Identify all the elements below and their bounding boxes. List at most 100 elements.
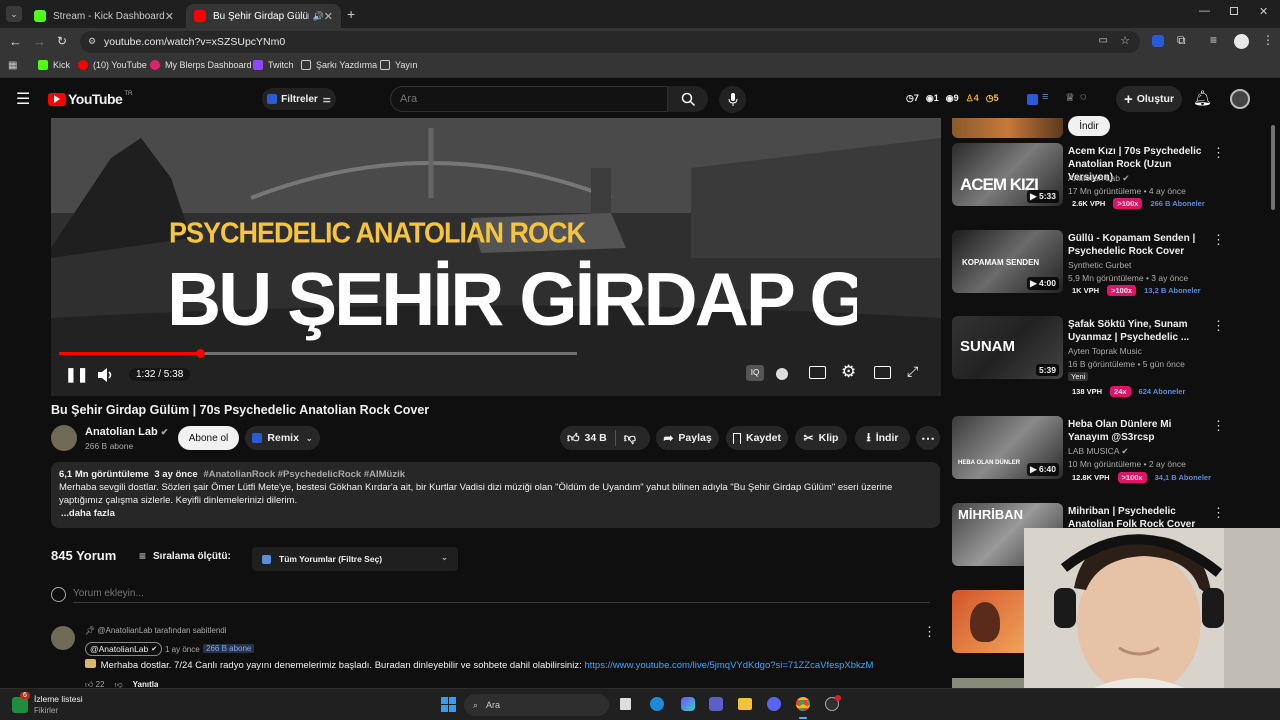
chat-icon[interactable]: ◌	[1080, 91, 1087, 103]
video-menu-icon[interactable]: ⋮	[1212, 145, 1225, 161]
browser-menu-icon[interactable]: ⋮	[1262, 33, 1274, 47]
video-thumbnail[interactable]: ACEM KIZI ▶ 5:33	[952, 143, 1063, 206]
watchlist-widget[interactable]: 6 İzleme listesi Fikirler	[12, 692, 83, 716]
back-icon[interactable]: ←	[9, 34, 22, 49]
video-menu-icon[interactable]: ⋮	[1212, 318, 1225, 334]
sort-button[interactable]: ≡ Sıralama ölçütü:	[139, 549, 231, 563]
reply-button[interactable]: Yanıtla	[133, 680, 159, 688]
recommended-thumbnail-partial[interactable]	[952, 590, 1024, 653]
search-button[interactable]	[668, 86, 708, 112]
subtitles-icon[interactable]	[809, 366, 826, 379]
channel-avatar[interactable]	[51, 425, 77, 451]
create-button[interactable]: + Oluştur	[1116, 86, 1182, 112]
sidebar-download-button[interactable]: İndir	[1068, 116, 1110, 136]
comment-author-chip[interactable]: @AnatolianLab ✔	[85, 642, 163, 656]
bookmark-twitch[interactable]: Twitch	[253, 60, 294, 70]
comment-dislike-button[interactable]: 👎︎	[115, 680, 123, 688]
video-menu-icon[interactable]: ⋮	[1212, 505, 1225, 521]
extension-icon[interactable]	[1152, 35, 1164, 47]
file-explorer-icon[interactable]	[738, 698, 752, 710]
video-title[interactable]: Heba Olan Dünlere Mi Yanayım @S3rcsp	[1068, 418, 1208, 444]
close-tab-icon[interactable]: ✕	[324, 10, 333, 23]
video-thumbnail[interactable]: HEBA OLAN DÜNLER ▶ 6:40	[952, 416, 1063, 479]
restore-window-icon[interactable]	[1230, 7, 1238, 15]
recommended-video[interactable]: HEBA OLAN DÜNLER ▶ 6:40 Heba Olan Dünler…	[950, 416, 1265, 496]
bookmark-kick[interactable]: Kick	[38, 60, 70, 70]
save-button[interactable]: Kaydet	[726, 426, 788, 450]
settings-gear-icon[interactable]: ⚙	[841, 362, 856, 382]
extensions-puzzle-icon[interactable]: ⧉	[1177, 33, 1186, 48]
edge-browser-icon[interactable]	[650, 697, 664, 711]
discord-icon[interactable]	[767, 697, 781, 711]
share-button[interactable]: ➦ Paylaş	[656, 426, 719, 450]
copilot-icon[interactable]	[681, 697, 695, 711]
youtube-logo[interactable]: YouTube TR	[48, 91, 132, 107]
site-info-icon[interactable]: ⚙	[88, 36, 96, 47]
video-player[interactable]: PSYCHEDELIC ANATOLIAN ROCK BU ŞEHİR GİRD…	[51, 118, 941, 396]
pause-button[interactable]: ❚❚	[65, 366, 88, 383]
add-comment-input[interactable]	[73, 587, 930, 603]
remix-button[interactable]: Remix ⌄	[245, 426, 320, 450]
bookmark-folder-yayin[interactable]: Yayın	[380, 60, 417, 70]
show-more-link[interactable]: ...daha fazla	[59, 507, 932, 520]
close-window-icon[interactable]: ✕	[1259, 5, 1268, 18]
bookmark-star-icon[interactable]: ☆	[1120, 34, 1130, 47]
comment-like-button[interactable]: 👍︎ 22	[85, 680, 105, 688]
extension-iq-player-icon[interactable]: IQ	[746, 365, 764, 381]
volume-icon[interactable]	[97, 367, 115, 383]
channel-name[interactable]: LAB MUSICA ✔	[1068, 446, 1129, 457]
reload-icon[interactable]: ↻	[57, 34, 67, 48]
hashtags[interactable]: #AnatolianRock #PsychedelicRock #AIMüzik	[203, 469, 405, 480]
autoplay-toggle-icon[interactable]	[776, 368, 788, 380]
new-tab-button[interactable]: +	[347, 6, 355, 22]
video-title[interactable]: Güllü - Kopamam Senden | Psychedelic Roc…	[1068, 232, 1208, 258]
filters-button[interactable]: Filtreler ⚌	[262, 88, 336, 110]
recommended-video[interactable]: KOPAMAM SENDEN ▶ 4:00 Güllü - Kopamam Se…	[950, 230, 1265, 310]
description-box[interactable]: 6,1 Mn görüntüleme 3 ay önce #AnatolianR…	[51, 462, 940, 528]
bookmark-youtube[interactable]: (10) YouTube	[78, 60, 147, 70]
tab-kick-dashboard[interactable]: Stream - Kick Dashboard ✕	[26, 4, 182, 28]
extension-iq-icon[interactable]	[1027, 94, 1038, 105]
channel-name[interactable]: Anatolian Lab ✔	[1068, 173, 1130, 184]
recommended-video[interactable]: SUNAM 5:39 Şafak Söktü Yine, Sunam Uyanm…	[950, 316, 1265, 397]
media-control-icon[interactable]: ≡	[1210, 33, 1217, 47]
more-actions-button[interactable]: ⋯	[916, 426, 940, 450]
cast-icon[interactable]: ▭	[1099, 35, 1108, 46]
url-field[interactable]: ⚙ youtube.com/watch?v=xSZSUpcYNm0 ▭ ☆	[80, 31, 1140, 53]
recommended-video[interactable]: ACEM KIZI ▶ 5:33 Acem Kızı | 70s Psyched…	[950, 143, 1265, 223]
theater-mode-icon[interactable]	[874, 366, 891, 379]
voice-search-button[interactable]	[719, 86, 746, 113]
channel-name[interactable]: Ayten Toprak Music	[1068, 346, 1142, 356]
hamburger-menu-icon[interactable]: ☰	[16, 89, 30, 109]
start-button[interactable]	[441, 697, 456, 712]
scrollbar[interactable]	[1271, 125, 1275, 210]
profile-avatar-icon[interactable]	[1234, 34, 1249, 49]
video-thumbnail[interactable]: KOPAMAM SENDEN ▶ 4:00	[952, 230, 1063, 293]
channel-name[interactable]: Anatolian Lab ✔	[85, 426, 168, 438]
channel-name[interactable]: Synthetic Gurbet	[1068, 260, 1131, 270]
chrome-icon[interactable]	[796, 697, 810, 711]
audio-playing-icon[interactable]: 🔊	[313, 11, 324, 22]
comment-menu-icon[interactable]: ⋮	[923, 624, 936, 640]
teams-icon[interactable]	[709, 697, 723, 711]
sidebar-top-thumbnail[interactable]	[952, 118, 1063, 138]
download-button[interactable]: ⭳ İndir	[855, 426, 910, 450]
recommended-thumbnail-partial[interactable]	[952, 678, 1024, 688]
dislike-button[interactable]: 👎︎	[624, 431, 636, 446]
video-menu-icon[interactable]: ⋮	[1212, 418, 1225, 434]
video-thumbnail[interactable]: SUNAM 5:39	[952, 316, 1063, 379]
video-menu-icon[interactable]: ⋮	[1212, 232, 1225, 248]
task-view-icon[interactable]	[620, 698, 631, 710]
tab-youtube-video[interactable]: Bu Şehir Girdap Gülüm | 70 🔊 ✕	[186, 4, 341, 28]
close-tab-icon[interactable]: ✕	[165, 10, 174, 23]
video-title[interactable]: Şafak Söktü Yine, Sunam Uyanmaz | Psyche…	[1068, 318, 1208, 344]
comment-filter-dropdown[interactable]: Tüm Yorumlar (Filtre Seç) ⌄	[252, 547, 458, 571]
account-avatar-icon[interactable]	[1230, 89, 1250, 109]
trophy-icon[interactable]: ♕	[1065, 91, 1075, 104]
comment-avatar[interactable]	[51, 626, 75, 650]
subscribe-button[interactable]: Abone ol	[178, 426, 239, 450]
clip-button[interactable]: ✂ Klip	[795, 426, 847, 450]
fullscreen-icon[interactable]: ⤢	[907, 363, 918, 380]
taskbar-search[interactable]: ⌕ Ara	[464, 694, 609, 716]
bookmark-folder-sarki[interactable]: Şarkı Yazdırma	[301, 60, 377, 70]
